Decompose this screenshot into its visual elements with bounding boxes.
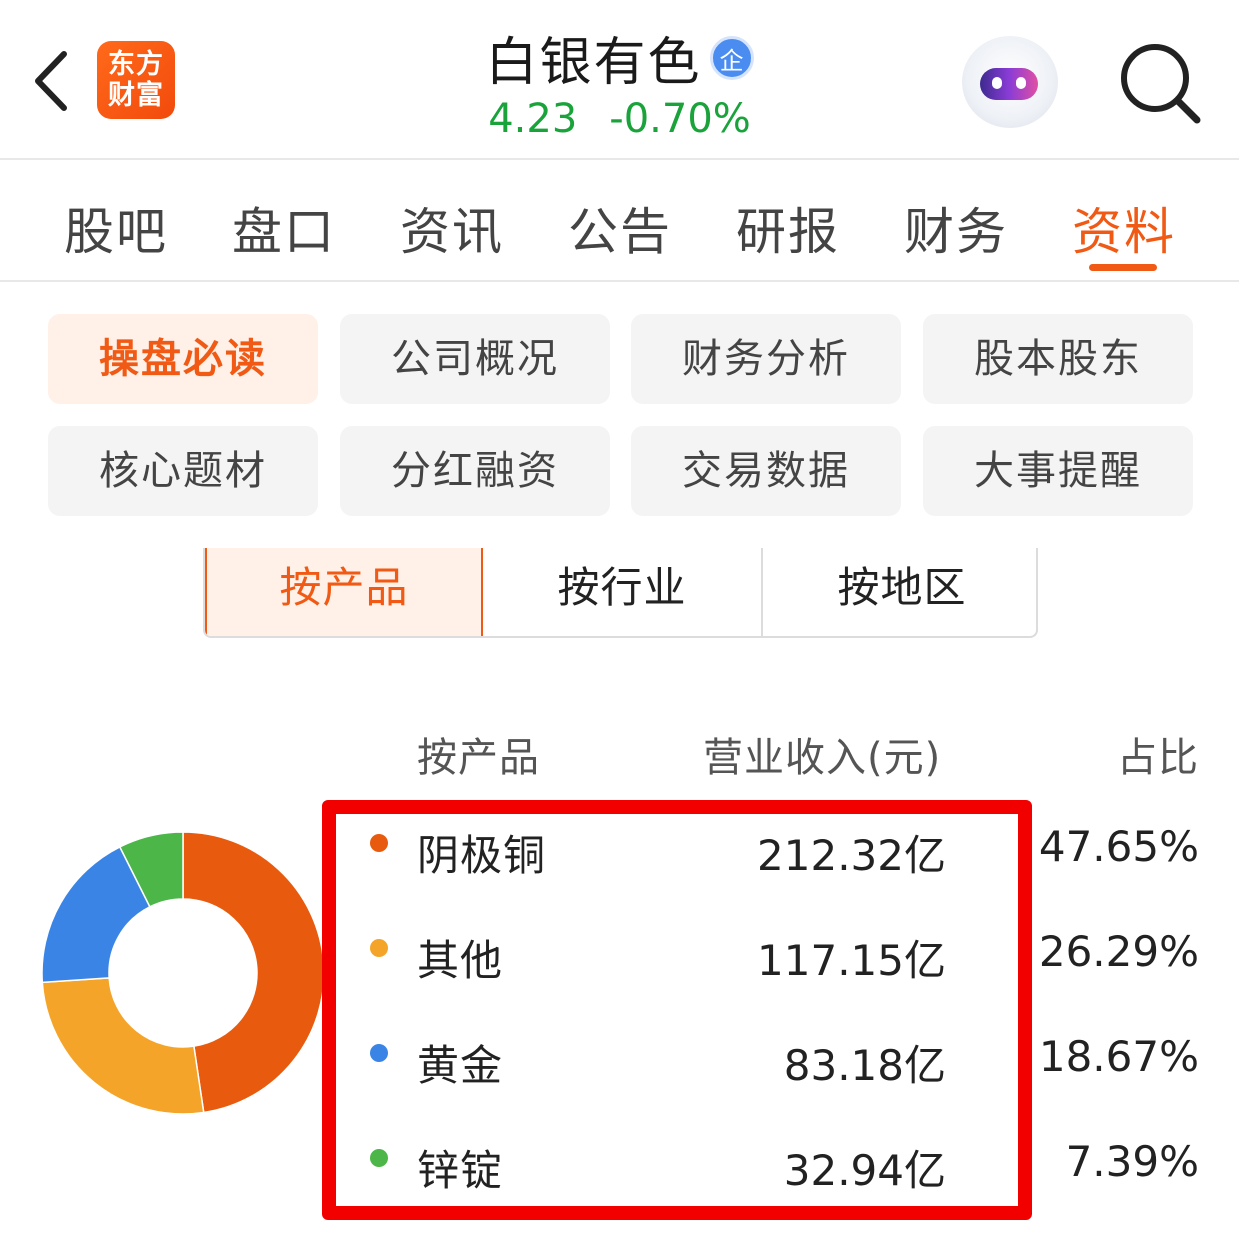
section-events[interactable]: 大事提醒 [923,426,1193,516]
price-row: 4.23 -0.70% [0,96,1239,142]
donut-slice [182,831,325,1114]
stock-name: 白银有色 [485,33,702,93]
active-tab-indicator [1089,264,1157,271]
column-header-revenue: 营业收入(元) [703,735,942,781]
tab-guba[interactable]: 股吧 [64,192,168,264]
row-product-name: 阴极铜 [417,831,547,880]
row-revenue: 117.15亿 [757,936,946,985]
row-revenue: 32.94亿 [783,1146,946,1195]
row-share: 7.39% [1065,1137,1199,1186]
column-header-category: 按产品 [417,735,540,781]
tab-announcements[interactable]: 公告 [568,192,672,264]
row-revenue: 212.32亿 [757,831,946,880]
row-share: 18.67% [1038,1032,1199,1081]
section-core-themes[interactable]: 核心题材 [48,426,318,516]
robot-eye-right [1016,77,1026,89]
tab-finance[interactable]: 财务 [904,192,1008,264]
main-tabs: 股吧 盘口 资讯 公告 研报 财务 资料 [0,162,1239,282]
section-must-read[interactable]: 操盘必读 [48,314,318,404]
row-product-name: 黄金 [417,1041,504,1090]
section-trading-data[interactable]: 交易数据 [631,426,901,516]
segment-by-region[interactable]: 按地区 [763,548,1036,636]
row-revenue: 83.18亿 [783,1041,946,1090]
enterprise-badge-icon: 企 [709,35,754,80]
top-bar: 东方 财富 白银有色企 4.23 -0.70% [0,0,1239,160]
tab-research[interactable]: 研报 [736,192,840,264]
legend-dot [370,1149,388,1167]
segment-by-product[interactable]: 按产品 [205,548,483,636]
section-dividends-financing[interactable]: 分红融资 [340,426,610,516]
row-share: 47.65% [1038,822,1199,871]
row-product-name: 锌锭 [417,1146,504,1195]
section-company-overview[interactable]: 公司概况 [340,314,610,404]
search-icon[interactable] [1115,40,1205,130]
revenue-donut-chart [41,831,325,1115]
segment-by-industry[interactable]: 按行业 [483,548,761,636]
section-shareholders[interactable]: 股本股东 [923,314,1193,404]
legend-dot [370,939,388,957]
donut-slice [41,977,205,1115]
tab-pankou[interactable]: 盘口 [232,192,336,264]
tab-news[interactable]: 资讯 [400,192,504,264]
price-change-percent: -0.70% [609,96,751,142]
section-financial-analysis[interactable]: 财务分析 [631,314,901,404]
column-header-share: 占比 [1117,735,1199,781]
stock-price: 4.23 [488,96,578,142]
robot-visor [980,68,1038,100]
robot-eye-left [992,77,1002,89]
tab-profile[interactable]: 资料 [1072,192,1176,264]
row-product-name: 其他 [417,936,504,985]
row-share: 26.29% [1038,927,1199,976]
assistant-robot-avatar[interactable] [962,36,1058,128]
revenue-breakdown-selector: 按产品 按行业 按地区 [203,548,1038,638]
legend-dot [370,1044,388,1062]
legend-dot [370,834,388,852]
